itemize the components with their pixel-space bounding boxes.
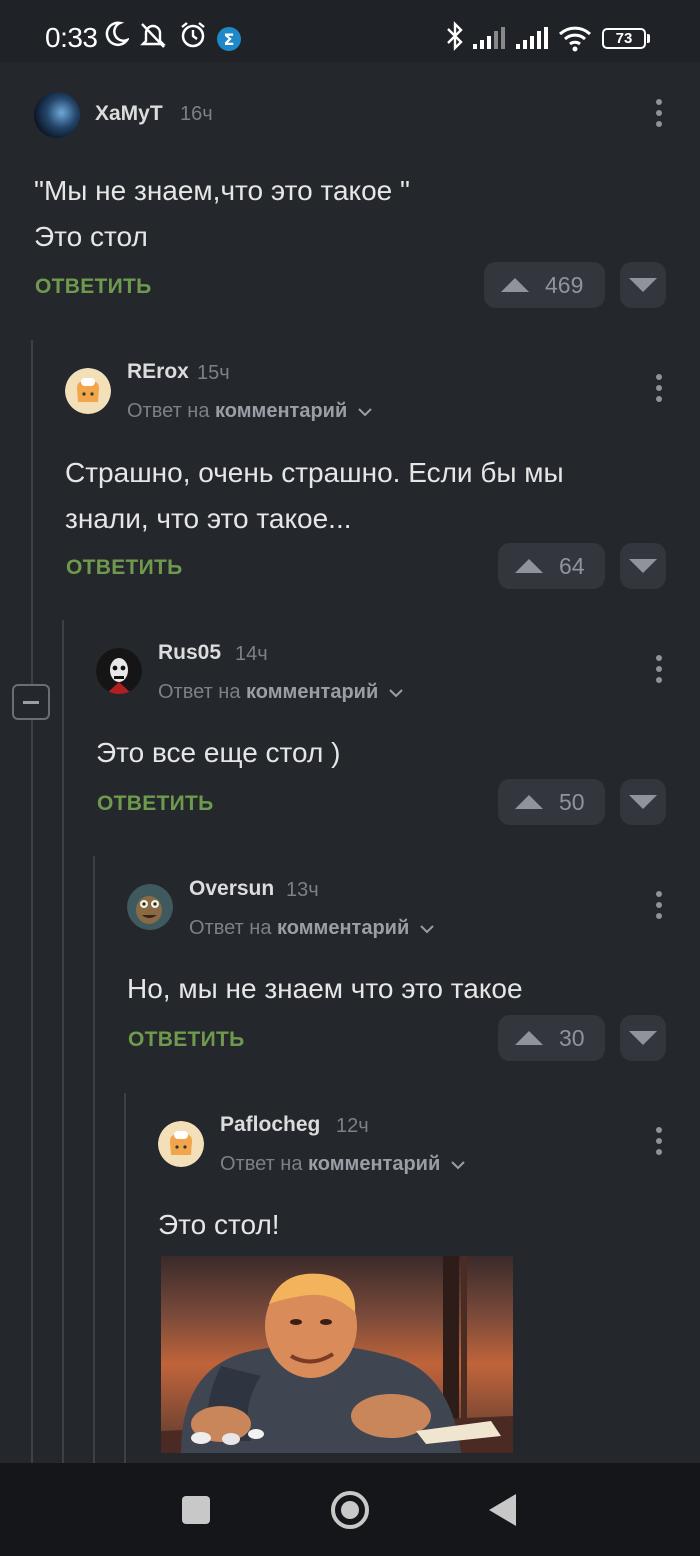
downvote-button[interactable] bbox=[620, 1015, 666, 1061]
comment-text: Это стол! bbox=[158, 1202, 280, 1248]
reply-to-link[interactable]: Ответ на комментарий bbox=[220, 1153, 466, 1176]
comment-text: Это все еще стол ) bbox=[96, 730, 340, 776]
comment-line: Страшно, очень страшно. Если бы мы bbox=[65, 457, 564, 488]
comment-line: Но, мы не знаем что это такое bbox=[127, 973, 523, 1004]
reply-to-link[interactable]: Ответ на комментарий bbox=[127, 400, 373, 423]
vote-count: 50 bbox=[559, 788, 585, 815]
downvote-button[interactable] bbox=[620, 543, 666, 589]
upvote-button[interactable]: 469 bbox=[484, 262, 605, 308]
username[interactable]: Paflocheg bbox=[220, 1113, 320, 1137]
reply-to-prefix: Ответ на bbox=[127, 400, 210, 422]
svg-text:Σ: Σ bbox=[224, 30, 235, 49]
clock: 0:33 bbox=[45, 22, 98, 53]
arrow-down-icon bbox=[629, 795, 657, 809]
upvote-button[interactable]: 50 bbox=[498, 779, 605, 825]
thread-line-2[interactable] bbox=[62, 620, 64, 1463]
bluetooth-icon bbox=[447, 21, 463, 51]
avatar[interactable] bbox=[96, 648, 142, 694]
comment-time: 14ч bbox=[235, 643, 268, 665]
comment-text: Но, мы не знаем что это такое bbox=[127, 966, 523, 1012]
reply-to-link[interactable]: Ответ на комментарий bbox=[158, 681, 404, 704]
avatar[interactable] bbox=[34, 92, 80, 138]
signal-icon bbox=[473, 27, 505, 49]
more-options-icon[interactable] bbox=[654, 891, 664, 923]
username[interactable]: Rus05 bbox=[158, 641, 221, 665]
moon-icon bbox=[105, 21, 129, 47]
comment-text: "Мы не знаем,что это такое " Это стол bbox=[34, 168, 410, 260]
back-button[interactable] bbox=[489, 1494, 516, 1526]
arrow-up-icon bbox=[515, 795, 543, 809]
comment-line: "Мы не знаем,что это такое " bbox=[34, 175, 410, 206]
comment-time: 12ч bbox=[336, 1115, 369, 1137]
comment-line: Это все еще стол ) bbox=[96, 737, 341, 768]
battery-icon: 73 bbox=[602, 28, 646, 49]
reply-to-target[interactable]: комментарий bbox=[246, 681, 378, 703]
more-options-icon[interactable] bbox=[654, 99, 664, 131]
thread-line-1[interactable] bbox=[31, 340, 33, 1463]
avatar[interactable] bbox=[65, 368, 111, 414]
comment-image[interactable] bbox=[161, 1256, 513, 1453]
alarm-icon bbox=[181, 22, 205, 48]
arrow-down-icon bbox=[629, 559, 657, 573]
bell-muted-icon bbox=[140, 23, 166, 48]
comment-time: 15ч bbox=[197, 362, 230, 384]
comment-text: Страшно, очень страшно. Если бы мы знали… bbox=[65, 450, 564, 542]
chevron-down-icon[interactable] bbox=[419, 924, 435, 934]
reply-to-prefix: Ответ на bbox=[189, 917, 272, 939]
username[interactable]: ХаМуТ bbox=[95, 102, 163, 126]
vote-count: 64 bbox=[559, 552, 585, 579]
vote-count: 30 bbox=[559, 1024, 585, 1051]
avatar[interactable] bbox=[158, 1121, 204, 1167]
reply-button[interactable]: ОТВЕТИТЬ bbox=[128, 1028, 245, 1052]
signal-icon bbox=[516, 27, 548, 49]
reply-button[interactable]: ОТВЕТИТЬ bbox=[66, 556, 183, 580]
arrow-down-icon bbox=[629, 278, 657, 292]
reply-to-target[interactable]: комментарий bbox=[277, 917, 409, 939]
chevron-down-icon[interactable] bbox=[357, 407, 373, 417]
upvote-button[interactable]: 64 bbox=[498, 543, 605, 589]
username[interactable]: Oversun bbox=[189, 877, 274, 901]
upvote-button[interactable]: 30 bbox=[498, 1015, 605, 1061]
downvote-button[interactable] bbox=[620, 779, 666, 825]
avatar[interactable] bbox=[127, 884, 173, 930]
comment-time: 16ч bbox=[180, 103, 213, 125]
thread-line-3[interactable] bbox=[93, 856, 95, 1463]
chevron-down-icon[interactable] bbox=[450, 1160, 466, 1170]
comment-time: 13ч bbox=[286, 879, 319, 901]
arrow-up-icon bbox=[515, 1031, 543, 1045]
arrow-up-icon bbox=[515, 559, 543, 573]
comment-line: Это стол bbox=[34, 221, 148, 252]
arrow-down-icon bbox=[629, 1031, 657, 1045]
thread-line-4[interactable] bbox=[124, 1093, 126, 1463]
reply-to-target[interactable]: комментарий bbox=[215, 400, 347, 422]
vote-count: 469 bbox=[545, 271, 584, 298]
reply-button[interactable]: ОТВЕТИТЬ bbox=[35, 275, 152, 299]
comment-line: знали, что это такое... bbox=[65, 503, 352, 534]
status-bar: 0:33 Σ 73 bbox=[0, 0, 700, 62]
reply-to-target[interactable]: комментарий bbox=[308, 1153, 440, 1175]
comment-line: Это стол! bbox=[158, 1209, 280, 1240]
more-options-icon[interactable] bbox=[654, 655, 664, 687]
home-button[interactable] bbox=[331, 1491, 369, 1529]
wifi-icon bbox=[558, 26, 592, 52]
collapse-thread-button[interactable] bbox=[12, 684, 50, 720]
reply-to-prefix: Ответ на bbox=[158, 681, 241, 703]
arrow-up-icon bbox=[501, 278, 529, 292]
reply-to-link[interactable]: Ответ на комментарий bbox=[189, 917, 435, 940]
recent-apps-button[interactable] bbox=[182, 1496, 210, 1524]
battery-tip bbox=[647, 34, 650, 43]
more-options-icon[interactable] bbox=[654, 374, 664, 406]
downvote-button[interactable] bbox=[620, 262, 666, 308]
app-badge-icon: Σ bbox=[217, 27, 241, 51]
chevron-down-icon[interactable] bbox=[388, 688, 404, 698]
reply-button[interactable]: ОТВЕТИТЬ bbox=[97, 792, 214, 816]
reply-to-prefix: Ответ на bbox=[220, 1153, 303, 1175]
animated-character-illustration bbox=[161, 1256, 513, 1453]
more-options-icon[interactable] bbox=[654, 1127, 664, 1159]
username[interactable]: RErox bbox=[127, 360, 189, 384]
